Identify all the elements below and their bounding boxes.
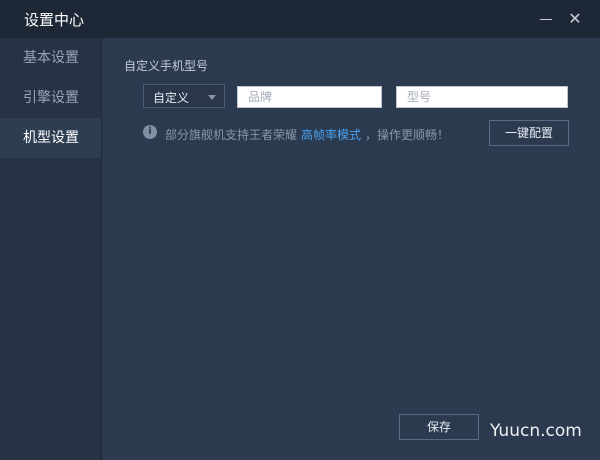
sidebar-item-device-settings[interactable]: 机型设置 [0, 118, 101, 158]
model-input[interactable] [396, 86, 568, 108]
device-select-value: 自定义 [153, 91, 190, 105]
minimize-icon [540, 19, 552, 20]
info-icon: i [143, 125, 157, 139]
title-bar: 设置中心 ✕ [0, 0, 600, 38]
custom-device-label: 自定义手机型号 [124, 59, 209, 73]
watermark: Yuucn.com [490, 421, 582, 441]
chevron-down-icon [208, 95, 216, 100]
sidebar-item-basic-settings[interactable]: 基本设置 [0, 38, 101, 78]
minimize-button[interactable] [536, 9, 556, 29]
one-click-config-button[interactable]: 一键配置 [489, 120, 569, 146]
close-button[interactable]: ✕ [565, 9, 585, 29]
settings-sidebar: 基本设置 引擎设置 机型设置 [0, 38, 102, 460]
save-button[interactable]: 保存 [399, 414, 479, 440]
window-title: 设置中心 [24, 11, 85, 29]
brand-input[interactable] [237, 86, 382, 108]
info-text-tail: ，操作更顺畅！ [365, 128, 450, 142]
sidebar-item-engine-settings[interactable]: 引擎设置 [0, 78, 101, 118]
close-icon: ✕ [568, 9, 582, 28]
device-select[interactable]: 自定义 [143, 84, 225, 108]
info-text: 部分旗舰机支持王者荣耀 [165, 128, 298, 142]
high-framerate-link[interactable]: 高帧率模式 [301, 126, 361, 143]
